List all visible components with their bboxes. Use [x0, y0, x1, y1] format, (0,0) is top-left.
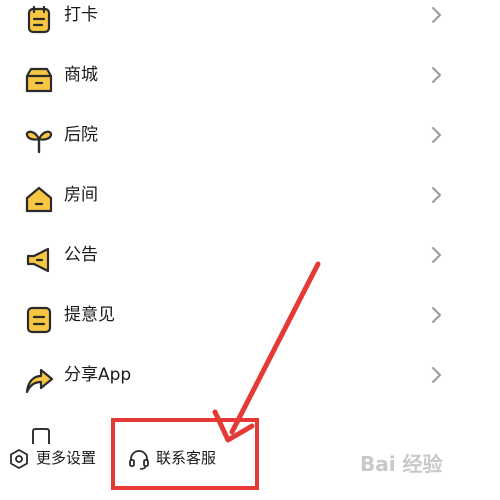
checkin-clipboard-icon [27, 5, 51, 34]
more-settings-button[interactable]: 更多设置 [8, 446, 108, 472]
menu-item-checkin[interactable]: 打卡 [0, 0, 500, 51]
menu-label-backyard: 后院 [64, 125, 98, 145]
menu-label-feedback: 提意见 [64, 305, 115, 325]
chevron-right-icon [432, 127, 441, 143]
menu-label-room: 房间 [64, 185, 98, 205]
menu-label-checkin: 打卡 [64, 5, 98, 25]
more-settings-label: 更多设置 [36, 449, 97, 467]
chevron-right-icon [432, 7, 441, 23]
menu-item-backyard[interactable]: 后院 [0, 111, 500, 171]
menu-label-announcement: 公告 [64, 245, 98, 265]
menu-item-mall[interactable]: 商城 [0, 51, 500, 111]
watermark: Bai 经验 [360, 452, 443, 476]
mall-shop-icon [25, 67, 53, 93]
menu-item-announcement[interactable]: 公告 [0, 231, 500, 291]
chevron-right-icon [432, 187, 441, 203]
sprout-icon [25, 130, 53, 154]
menu-label-mall: 商城 [64, 65, 98, 85]
highlight-box [111, 418, 259, 490]
gear-icon [10, 449, 28, 469]
menu-label-share-app: 分享App [64, 365, 132, 385]
chevron-right-icon [432, 247, 441, 263]
feedback-note-icon [26, 306, 52, 334]
menu-item-feedback[interactable]: 提意见 [0, 291, 500, 351]
megaphone-icon [26, 247, 50, 273]
chevron-right-icon [432, 67, 441, 83]
chevron-right-icon [432, 307, 441, 323]
menu-item-room[interactable]: 房间 [0, 171, 500, 231]
share-arrow-icon [25, 368, 54, 394]
house-icon [25, 186, 53, 213]
menu-item-share-app[interactable]: 分享App [0, 351, 500, 411]
chevron-right-icon [432, 367, 441, 383]
